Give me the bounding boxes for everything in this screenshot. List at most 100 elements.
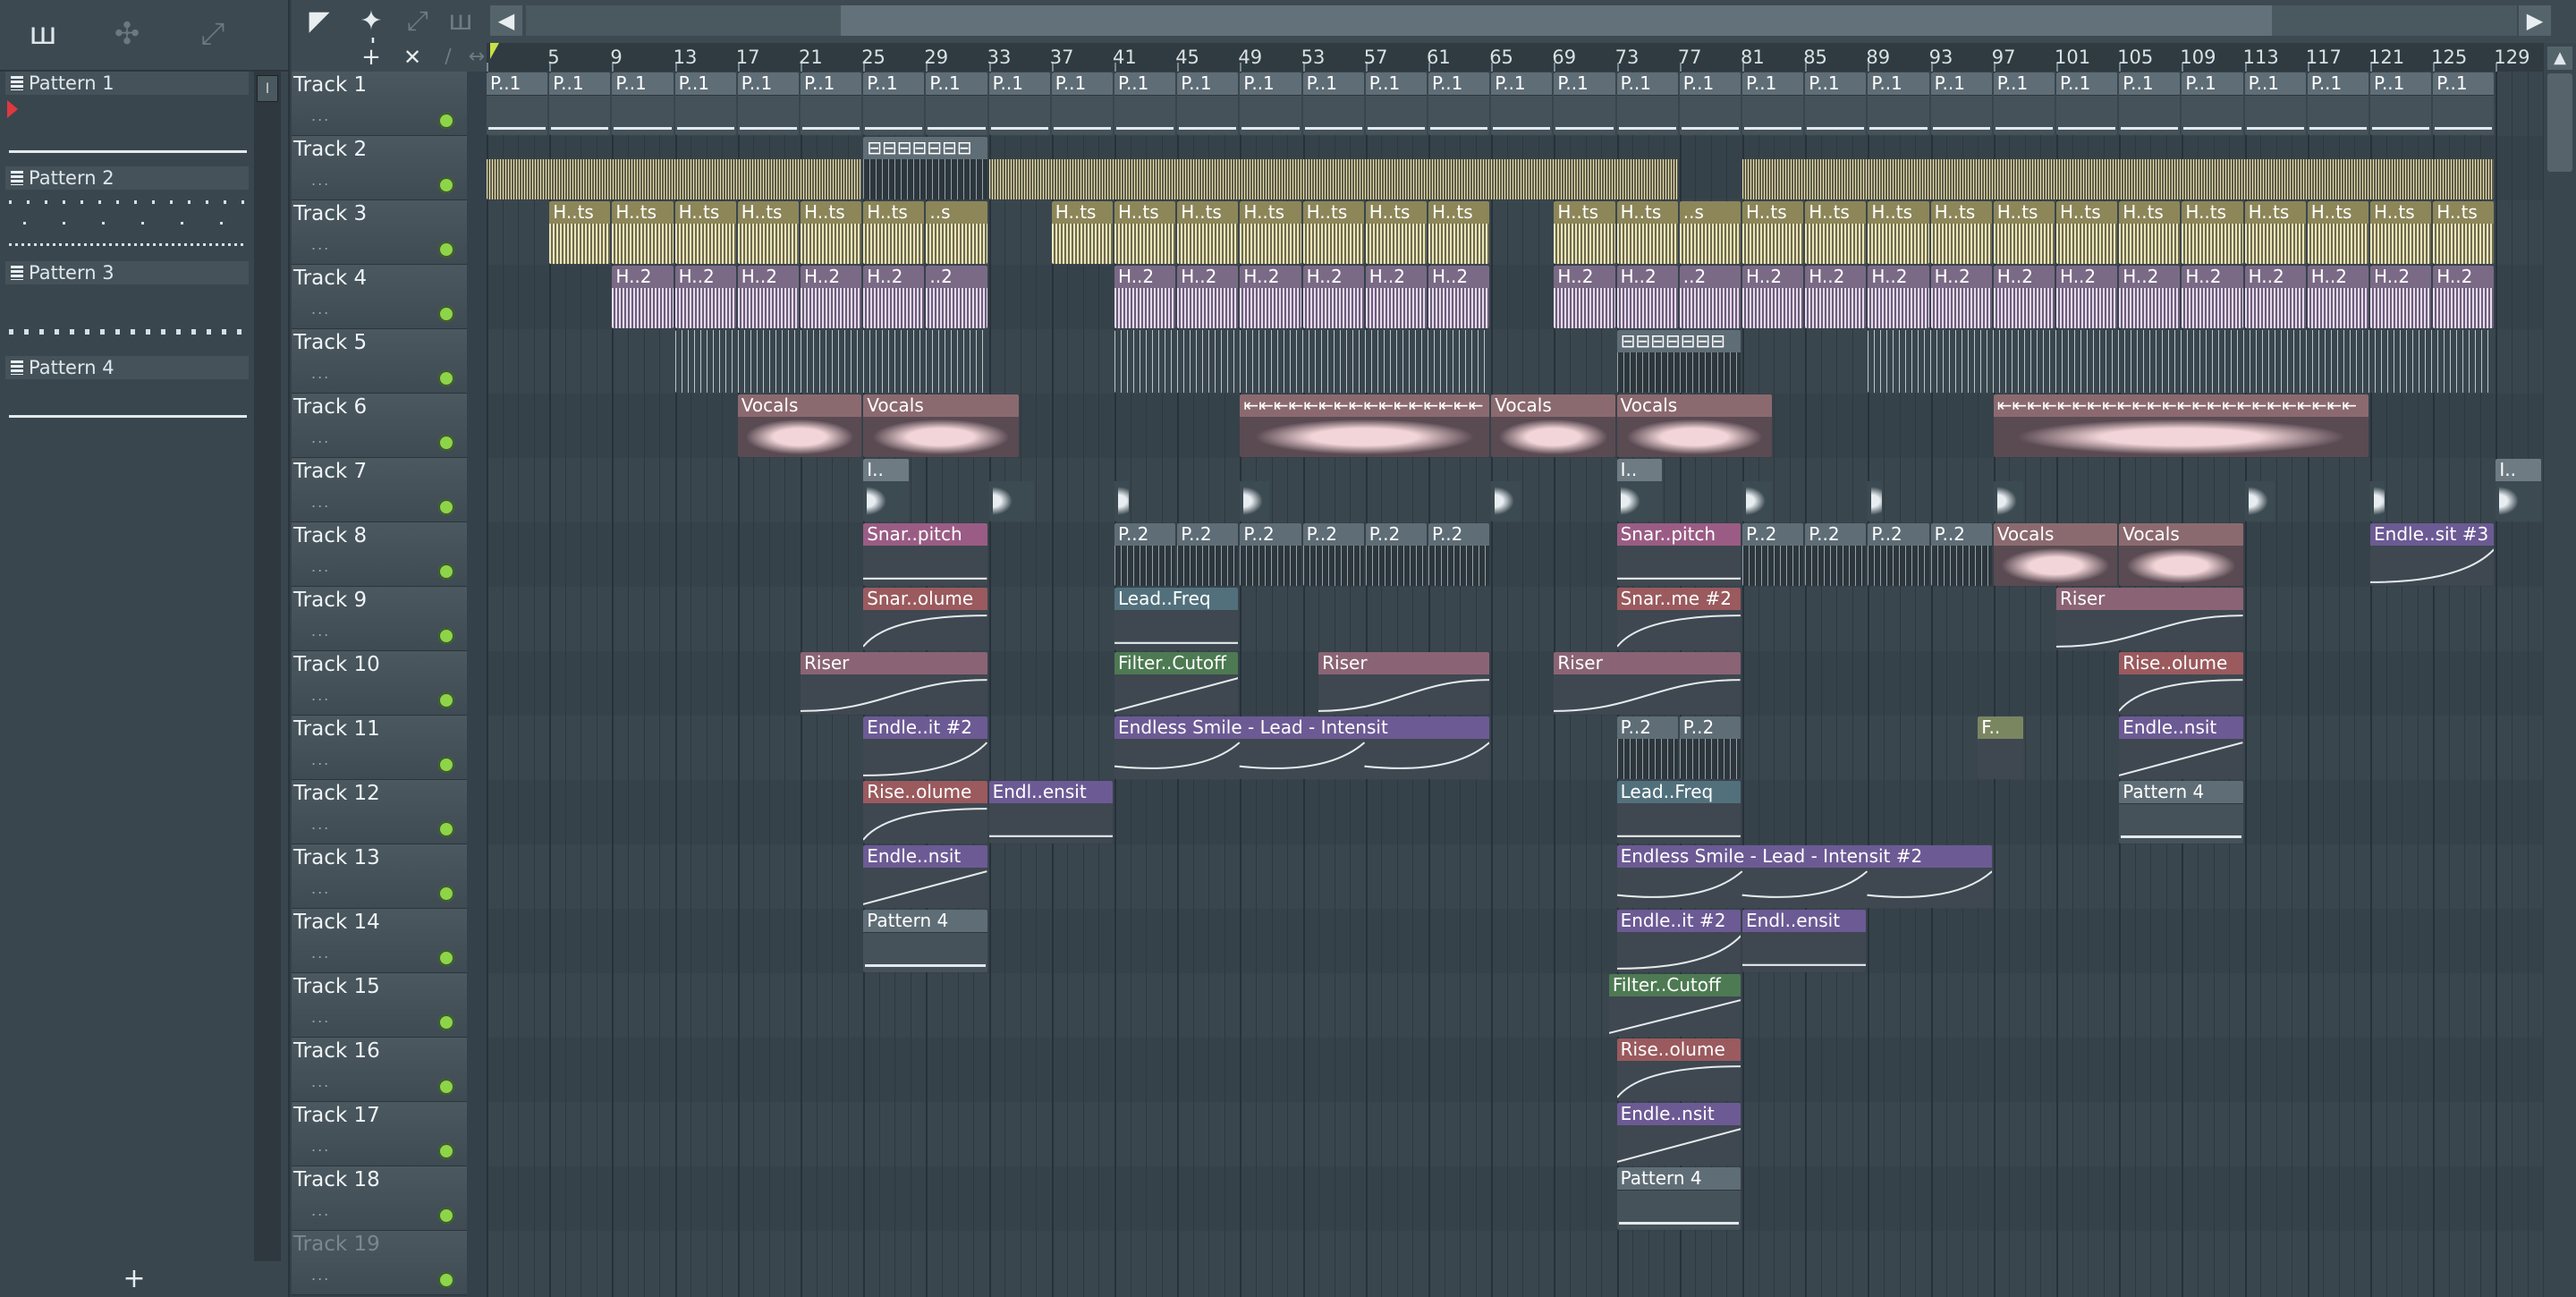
playlist-clip[interactable]: H..ts (1365, 201, 1427, 264)
track-grip[interactable]: ... (311, 880, 330, 897)
playlist-clip[interactable]: H..2 (1365, 266, 1427, 328)
track-lane[interactable] (487, 1231, 2544, 1295)
track-grip[interactable]: ... (311, 1073, 330, 1090)
playlist-clip[interactable]: Snar..me #2 (1616, 588, 1741, 650)
track-name[interactable]: Track 6 (293, 395, 367, 419)
picker-scroll-thumb[interactable]: I (257, 75, 278, 102)
playlist-clip[interactable]: H..ts (2244, 201, 2306, 264)
playlist-clip[interactable]: P..2 (1114, 523, 1176, 586)
playlist-clip[interactable]: I.. (863, 459, 909, 521)
track-grip[interactable]: ... (311, 172, 330, 189)
track-name[interactable]: Track 13 (293, 846, 380, 869)
playlist-clip[interactable] (988, 459, 1035, 521)
playlist-clip[interactable]: H..2 (801, 266, 862, 328)
playlist-clip[interactable]: H..2 (737, 266, 799, 328)
playlist-clip[interactable] (1868, 330, 2495, 393)
playlist-clip[interactable] (487, 137, 862, 199)
track-mute-led[interactable] (438, 1143, 454, 1159)
track-mute-led[interactable] (438, 499, 454, 515)
track-name[interactable]: Track 18 (293, 1168, 380, 1191)
playlist-clip[interactable]: Vocals (2119, 523, 2243, 586)
playlist-clip[interactable]: ..s (1679, 201, 1741, 264)
track-mute-led[interactable] (438, 692, 454, 708)
track-name[interactable]: Track 14 (293, 911, 380, 934)
track-header[interactable]: Track 10... (292, 651, 467, 716)
playlist-clip[interactable]: P..1 (1868, 72, 1929, 135)
playlist-clip[interactable]: Endle..nsit (1616, 1103, 1741, 1166)
picker-scrollbar[interactable]: I (254, 72, 281, 1261)
track-header[interactable]: Track 11... (292, 716, 467, 780)
playlist-clip[interactable]: P..1 (2056, 72, 2118, 135)
playlist-clip[interactable]: Endl..ensit (1742, 910, 1867, 972)
playlist-clip[interactable] (1993, 459, 2023, 521)
track-grip[interactable]: ... (311, 1138, 330, 1155)
playlist-clip[interactable]: P..1 (1051, 72, 1113, 135)
playlist-clip[interactable]: H..ts (1742, 201, 1804, 264)
playlist-clip[interactable] (1114, 459, 1129, 521)
playlist-clip[interactable]: P..2 (1365, 523, 1427, 586)
track-header[interactable]: Track 5... (292, 329, 467, 394)
playlist-clip[interactable]: Endle..nsit (863, 845, 987, 908)
playlist-clip[interactable]: P..2 (1805, 523, 1867, 586)
track-header[interactable]: Track 2... (292, 136, 467, 200)
track-mute-led[interactable] (438, 242, 454, 258)
playlist-clip[interactable] (2244, 459, 2275, 521)
playlist-clip[interactable]: Endl..ensit (988, 781, 1113, 843)
slice-tool-icon[interactable]: ⤢ (397, 2, 438, 41)
playlist-clip[interactable]: H..ts (2433, 201, 2495, 264)
playlist-clip[interactable]: Vocals (863, 394, 1019, 457)
overview-viewport[interactable] (841, 5, 2272, 36)
track-header[interactable]: Track 16... (292, 1038, 467, 1102)
playlist-clip[interactable]: H..2 (1805, 266, 1867, 328)
playlist-clip[interactable]: Lead..Freq (1114, 588, 1239, 650)
track-lane[interactable] (487, 973, 2544, 1038)
playlist-clip[interactable]: P..1 (1302, 72, 1364, 135)
track-grip[interactable]: ... (311, 365, 330, 382)
playlist-clip[interactable]: Pattern 4 (2119, 781, 2243, 843)
track-header[interactable]: Track 1... (292, 72, 467, 136)
track-name[interactable]: Track 17 (293, 1104, 380, 1127)
playlist-clip[interactable]: P..1 (1177, 72, 1239, 135)
track-header[interactable]: Track 6... (292, 394, 467, 458)
playlist-clip[interactable]: I.. (1616, 459, 1663, 521)
playlist-clip[interactable]: P..2 (1428, 523, 1490, 586)
pattern-header[interactable]: Pattern 3 (5, 261, 249, 284)
track-header[interactable]: Track 18... (292, 1166, 467, 1231)
track-lane[interactable] (487, 1166, 2544, 1231)
playlist-clip[interactable]: H..2 (863, 266, 925, 328)
playlist-clip[interactable]: H..2 (1240, 266, 1301, 328)
playlist-clip[interactable]: P..1 (1240, 72, 1301, 135)
playlist-clip[interactable]: P..2 (1679, 716, 1741, 779)
playlist-clip[interactable]: ⊟⊟⊟⊟⊟⊟⊟ (863, 137, 987, 199)
playlist-clip[interactable]: P..1 (2119, 72, 2181, 135)
scroll-up-icon[interactable]: ▲ (2547, 47, 2572, 70)
track-header[interactable]: Track 3... (292, 200, 467, 265)
track-header[interactable]: Track 12... (292, 780, 467, 844)
playlist-clip[interactable]: H..ts (1805, 201, 1867, 264)
playlist-clip[interactable]: H..2 (2182, 266, 2243, 328)
track-lane[interactable] (487, 844, 2544, 909)
track-name[interactable]: Track 7 (293, 460, 367, 483)
playlist-clip[interactable]: H..2 (2307, 266, 2368, 328)
playlist-clip[interactable]: P..1 (1679, 72, 1741, 135)
playlist-clip[interactable] (988, 137, 1678, 199)
playlist-clip[interactable]: P..1 (2307, 72, 2368, 135)
playlist-clip[interactable]: Lead..Freq (1616, 781, 1741, 843)
track-name[interactable]: Track 5 (293, 331, 367, 354)
pattern-header[interactable]: Pattern 1 (5, 72, 249, 95)
playlist-clip[interactable]: Endless Smile - Lead - Intensit #2 (1616, 845, 1992, 908)
playlist-clip[interactable]: F.. (1978, 716, 2023, 779)
track-header[interactable]: Track 15... (292, 973, 467, 1038)
playlist-clip[interactable]: H..2 (1554, 266, 1615, 328)
playlist-clip[interactable]: H..2 (1993, 266, 2055, 328)
playlist-clip[interactable]: P..1 (1805, 72, 1867, 135)
track-name[interactable]: Track 10 (293, 653, 380, 676)
track-lane[interactable] (487, 1038, 2544, 1102)
playlist-clip[interactable]: P..1 (1930, 72, 1992, 135)
track-grip[interactable]: ... (311, 751, 330, 768)
playlist-clip[interactable]: Riser (801, 652, 987, 715)
audio-icon[interactable]: ✣ (100, 16, 154, 52)
playlist-clip[interactable]: H..ts (674, 201, 736, 264)
playlist-clip[interactable]: Pattern 4 (863, 910, 987, 972)
playlist-clip[interactable]: H..ts (1177, 201, 1239, 264)
